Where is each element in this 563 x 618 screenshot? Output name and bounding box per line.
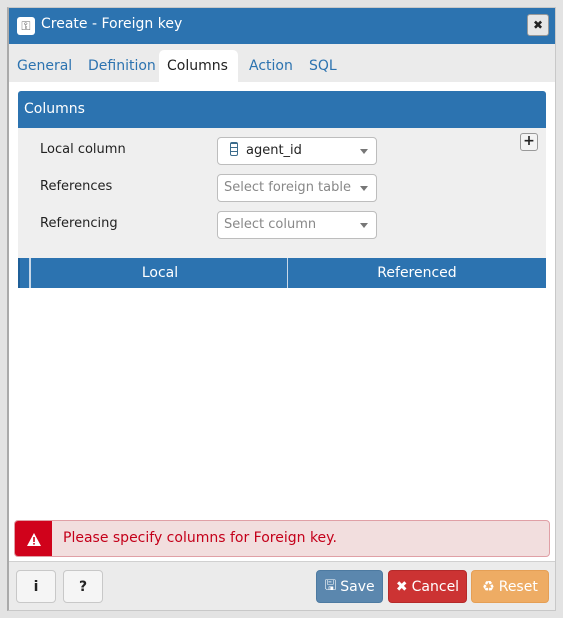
panel-header: Columns: [18, 91, 546, 128]
grid-header-referenced[interactable]: Referenced: [288, 258, 546, 288]
save-label: Save: [340, 578, 375, 595]
referencing-placeholder: Select column: [224, 217, 317, 232]
reset-button[interactable]: ♻ Reset: [471, 570, 549, 603]
help-icon: ?: [78, 578, 88, 595]
grid-header-local[interactable]: Local: [33, 258, 288, 288]
referencing-select[interactable]: Select column: [217, 211, 377, 239]
tab-general[interactable]: General: [9, 50, 80, 82]
save-button[interactable]: 🖫 Save: [316, 570, 383, 603]
column-icon: [230, 142, 238, 156]
columns-grid-header: Local Referenced: [18, 258, 546, 288]
dialog-footer: i ? 🖫 Save ✖ Cancel ♻ Reset: [9, 561, 555, 610]
chevron-down-icon: [360, 149, 368, 154]
recycle-icon: ♻: [482, 578, 495, 595]
info-button[interactable]: i: [16, 570, 56, 603]
tab-action[interactable]: Action: [241, 50, 301, 82]
key-icon: ⚿: [17, 17, 35, 35]
local-column-value: agent_id: [246, 143, 302, 158]
create-foreign-key-dialog: ⚿ Create - Foreign key ✖ General Definit…: [7, 7, 556, 611]
cancel-label: Cancel: [411, 578, 460, 595]
chevron-down-icon: [360, 223, 368, 228]
cancel-button[interactable]: ✖ Cancel: [388, 570, 467, 603]
dialog-titlebar[interactable]: ⚿ Create - Foreign key ✖: [9, 8, 555, 44]
reset-label: Reset: [498, 578, 538, 595]
tab-sql[interactable]: SQL: [301, 50, 345, 82]
tab-columns[interactable]: Columns: [159, 50, 238, 82]
help-button[interactable]: ?: [63, 570, 103, 603]
error-message-bar: Please specify columns for Foreign key.: [14, 520, 550, 557]
save-icon: 🖫: [324, 577, 337, 594]
column-form: Local column agent_id References Select …: [18, 128, 546, 258]
local-column-select[interactable]: agent_id: [217, 137, 377, 165]
references-label: References: [40, 179, 113, 194]
tab-definition[interactable]: Definition: [80, 50, 164, 82]
local-column-label: Local column: [40, 142, 126, 157]
tab-bar: General Definition Columns Action SQL: [9, 44, 555, 82]
info-icon: i: [33, 578, 39, 595]
references-select[interactable]: Select foreign table: [217, 174, 377, 202]
warning-icon: [15, 521, 52, 556]
columns-panel: Columns Local column agent_id References…: [18, 91, 546, 288]
row-select-column: [18, 258, 31, 288]
cancel-icon: ✖: [395, 578, 408, 595]
close-icon: ✖: [532, 18, 544, 32]
referencing-label: Referencing: [40, 216, 118, 231]
chevron-down-icon: [360, 186, 368, 191]
add-row-button[interactable]: +: [520, 133, 538, 151]
error-message: Please specify columns for Foreign key.: [63, 530, 337, 546]
dialog-title: Create - Foreign key: [41, 16, 183, 32]
plus-icon: +: [523, 133, 535, 149]
references-placeholder: Select foreign table: [224, 180, 351, 195]
close-button[interactable]: ✖: [527, 14, 549, 36]
